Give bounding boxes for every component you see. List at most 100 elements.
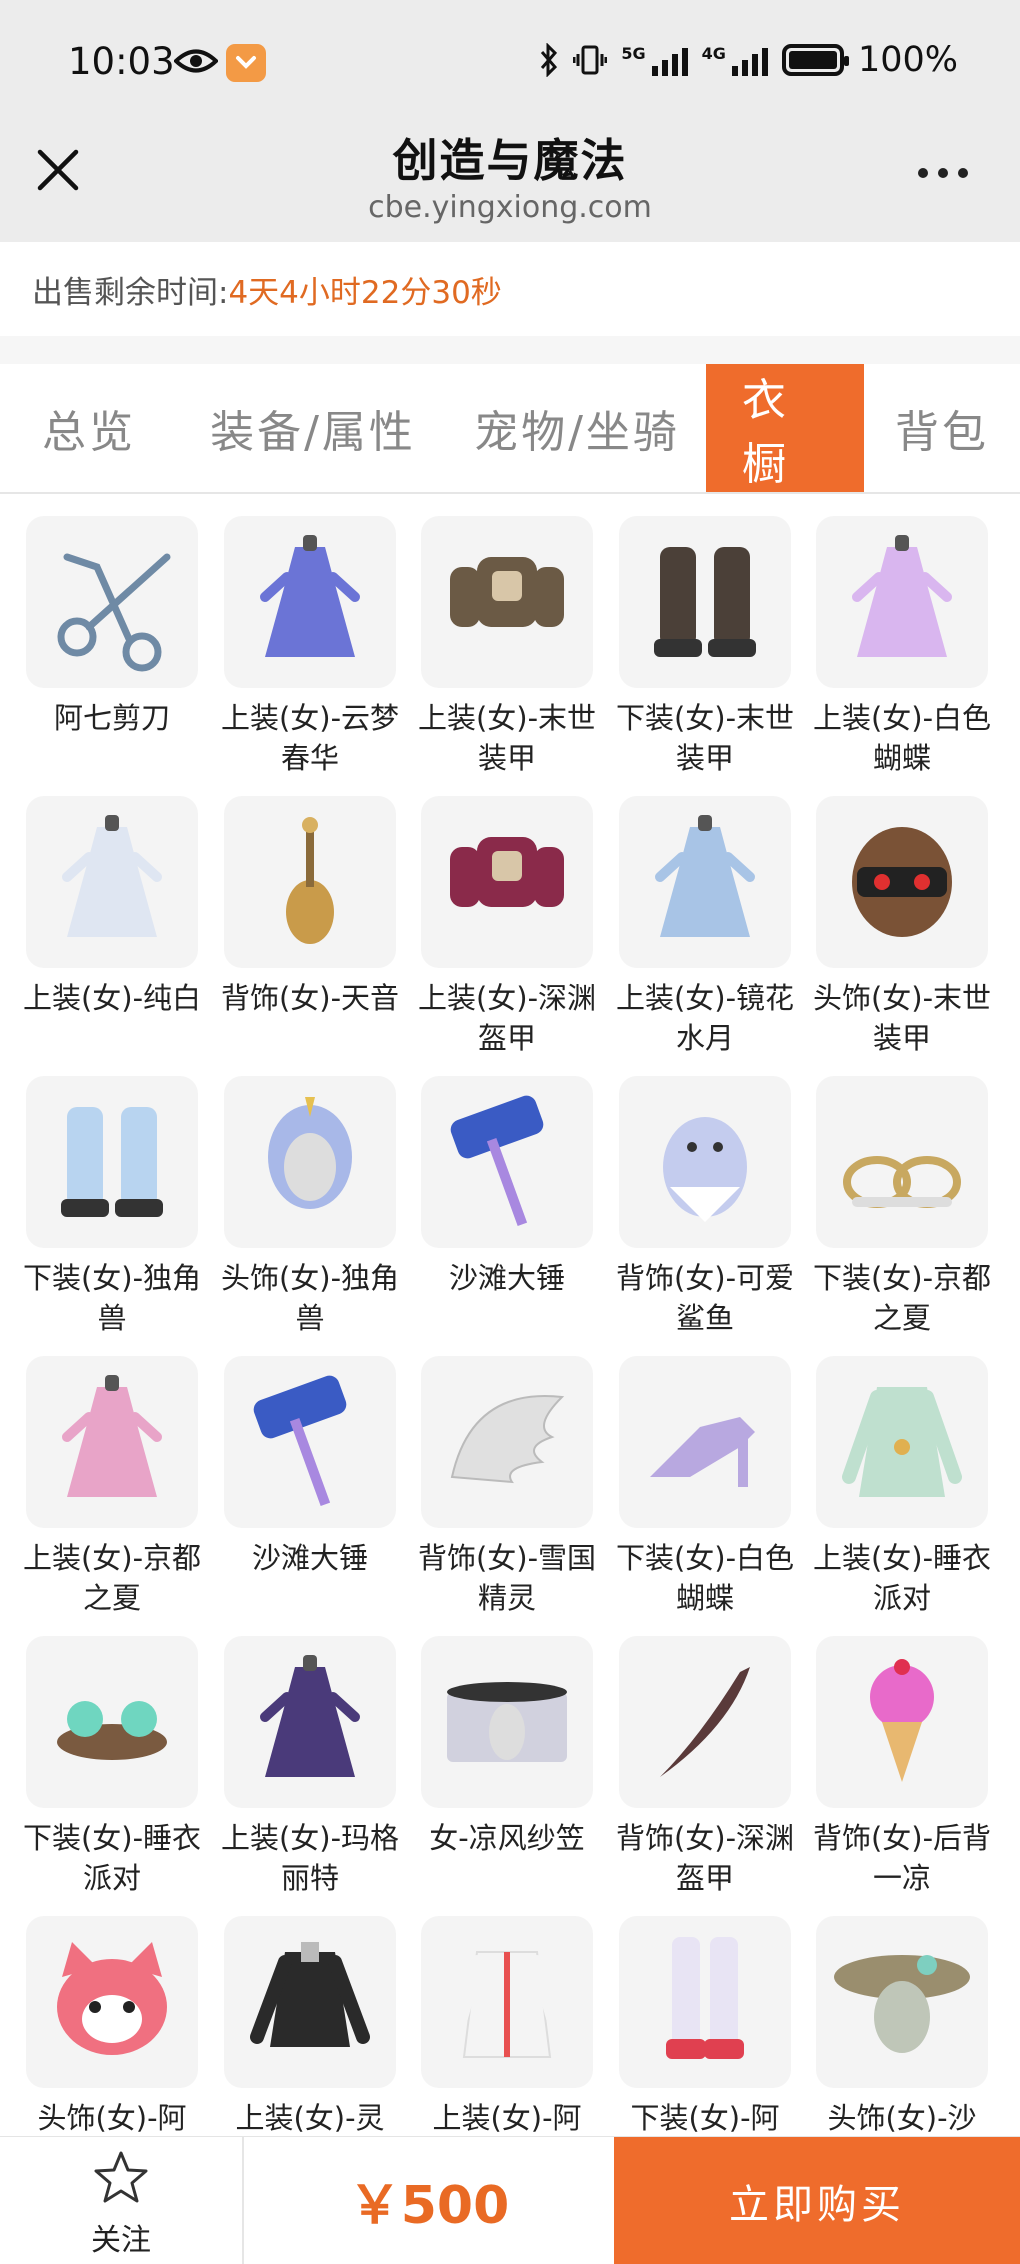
buy-now-button[interactable]: 立即购买 [614,2137,1020,2264]
item-thumbnail [619,796,791,968]
item-label: 下装(女)-白色蝴蝶 [615,1541,795,1615]
wardrobe-item[interactable]: 阿七剪刀 [26,516,198,738]
wardrobe-item[interactable]: 头饰(女)-独角兽 [221,1076,399,1338]
coat-icon [842,1387,962,1497]
item-thumbnail [816,1356,988,1528]
wardrobe-item[interactable]: 上装(女)-纯白 [23,796,201,1018]
item-label: 上装(女)-白色蝴蝶 [812,701,992,775]
battery-percent: 100% [857,40,958,80]
lute-icon [286,817,334,944]
item-thumbnail [421,796,593,968]
wardrobe-item[interactable]: 背饰(女)-雪国精灵 [418,1356,596,1618]
wardrobe-item[interactable]: 上装(女)-镜花水月 [616,796,794,1058]
tab-pets[interactable]: 宠物/坐骑 [448,364,706,492]
item-thumbnail [224,796,396,968]
item-label: 女-凉风纱笠 [429,1821,585,1855]
item-label: 背饰(女)-深渊盔甲 [615,1821,795,1895]
wardrobe-item[interactable]: 上装(女)-玛格丽特 [221,1636,399,1898]
wardrobe-item[interactable]: 沙滩大锤 [224,1356,396,1578]
wardrobe-item[interactable]: 头饰(女)-阿 [26,1916,198,2138]
more-icon[interactable] [918,168,968,178]
shark-icon [663,1117,747,1222]
app-badge-icon [226,44,266,82]
dress-icon [655,815,755,937]
status-time: 10:03 [68,40,175,83]
signal-4g-icon: 4G [702,44,768,76]
item-thumbnail [619,1916,791,2088]
wardrobe-item[interactable]: 上装(女)-京都之夏 [23,1356,201,1618]
jacket-icon [250,1942,370,2047]
item-label: 头饰(女)-沙 [827,2101,977,2135]
wardrobe-item[interactable]: 头饰(女)-末世装甲 [813,796,991,1058]
wardrobe-item[interactable]: 背饰(女)-深渊盔甲 [616,1636,794,1898]
sunhat-icon [834,1955,970,2053]
price: ￥500 [348,2176,510,2236]
hat-icon [447,1682,567,1762]
wardrobe-item[interactable]: 上装(女)-末世装甲 [418,516,596,778]
wardrobe-item[interactable]: 沙滩大锤 [421,1076,593,1298]
item-thumbnail [421,516,593,688]
dress-icon [852,535,952,657]
wardrobe-item[interactable]: 头饰(女)-沙 [816,1916,988,2138]
wardrobe-item[interactable]: 上装(女)-阿 [421,1916,593,2138]
hammer-icon [253,1375,347,1506]
wardrobe-item[interactable]: 下装(女)-末世装甲 [616,516,794,778]
boots-icon [654,547,756,657]
dress-icon [260,1655,360,1777]
item-label: 背饰(女)-天音 [220,981,400,1015]
item-label: 上装(女)-云梦春华 [220,701,400,775]
wardrobe-item[interactable]: 女-凉风纱笠 [421,1636,593,1858]
wardrobe-item[interactable]: 背饰(女)-后背一凉 [813,1636,991,1898]
wardrobe-item[interactable]: 下装(女)-白色蝴蝶 [616,1356,794,1618]
item-thumbnail [224,1916,396,2088]
item-label: 下装(女)-末世装甲 [615,701,795,775]
bottom-bar: 关注 ￥500 立即购买 [0,2136,1020,2264]
page-title: 创造与魔法 [392,134,628,187]
item-thumbnail [224,1356,396,1528]
sandals-icon [843,1156,961,1208]
tab-bar: 总览 装备/属性 宠物/坐骑 衣橱 背包 [0,364,1020,494]
item-thumbnail [26,1356,198,1528]
dress-icon [62,1375,162,1497]
vibrate-icon [573,45,608,75]
item-thumbnail [816,1916,988,2088]
item-thumbnail [26,1916,198,2088]
wardrobe-item[interactable]: 下装(女)-京都之夏 [813,1076,991,1338]
bluetooth-icon [541,43,558,77]
item-thumbnail [224,516,396,688]
item-label: 头饰(女)-末世装甲 [812,981,992,1055]
wardrobe-item[interactable]: 上装(女)-灵 [224,1916,396,2138]
item-thumbnail [224,1076,396,1248]
scissors-icon [57,553,171,672]
tab-backpack[interactable]: 背包 [864,364,1020,492]
wardrobe-item[interactable]: 上装(女)-云梦春华 [221,516,399,778]
countdown-label: 出售剩余时间: [32,274,229,311]
item-thumbnail [619,1076,791,1248]
wardrobe-item[interactable]: 上装(女)-睡衣派对 [813,1356,991,1618]
wardrobe-item[interactable]: 下装(女)-阿 [619,1916,791,2138]
section-divider [0,336,1020,364]
item-label: 背饰(女)-可爱鲨鱼 [615,1261,795,1335]
tab-overview[interactable]: 总览 [0,364,178,492]
item-thumbnail [26,516,198,688]
sale-countdown: 出售剩余时间: 4天4小时22分30秒 [0,242,1020,336]
webview-header: 创造与魔法 cbe.yingxiong.com [0,124,1020,242]
item-label: 上装(女)-纯白 [22,981,202,1015]
item-label: 上装(女)-阿 [432,2101,582,2135]
tab-wardrobe[interactable]: 衣橱 [706,364,864,492]
follow-button[interactable]: 关注 [0,2137,244,2264]
tab-equipment[interactable]: 装备/属性 [178,364,448,492]
wardrobe-item[interactable]: 上装(女)-深渊盔甲 [418,796,596,1058]
item-thumbnail [619,1356,791,1528]
wardrobe-item[interactable]: 下装(女)-睡衣派对 [23,1636,201,1898]
hoodie-icon [447,1951,567,2058]
item-label: 上装(女)-京都之夏 [22,1541,202,1615]
wardrobe-item[interactable]: 背饰(女)-可爱鲨鱼 [616,1076,794,1338]
wardrobe-item[interactable]: 背饰(女)-天音 [221,796,399,1018]
page: 10:03 5G 4G 100% 创造与魔法 cbe.yingxiong.com… [0,0,1020,2264]
item-label: 上装(女)-灵 [235,2101,385,2135]
item-label: 下装(女)-阿 [630,2101,780,2135]
wardrobe-item[interactable]: 下装(女)-独角兽 [23,1076,201,1338]
wardrobe-item[interactable]: 上装(女)-白色蝴蝶 [813,516,991,778]
item-label: 背饰(女)-雪国精灵 [417,1541,597,1615]
